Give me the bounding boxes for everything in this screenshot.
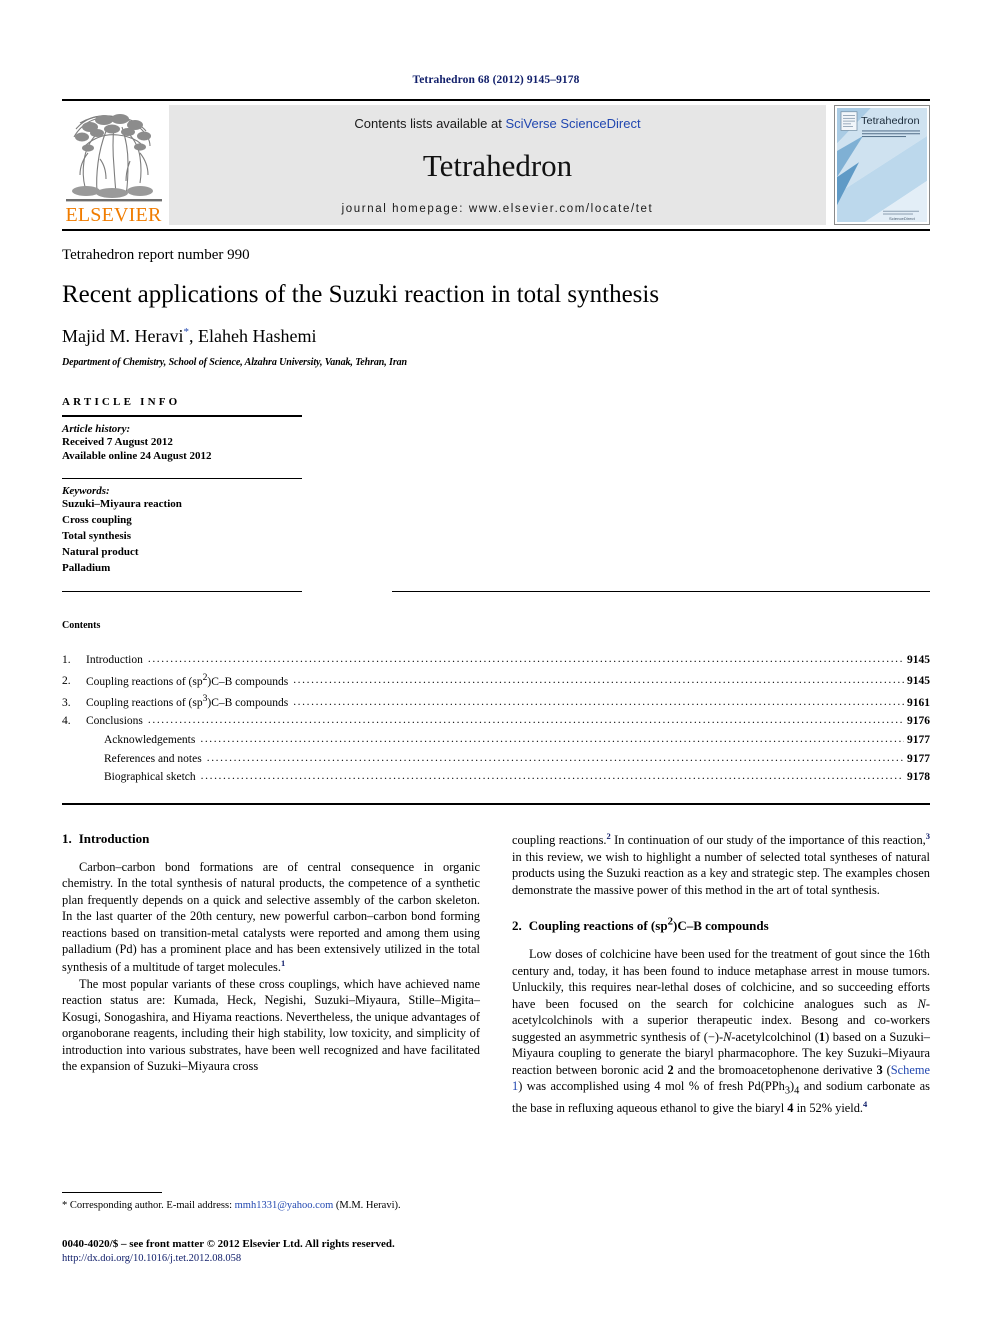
contents-divider: [62, 802, 930, 805]
toc-label: Acknowledgements: [104, 734, 196, 747]
author-secondary: , Elaheh Hashemi: [188, 325, 317, 346]
keyword-item: Cross coupling: [62, 514, 132, 527]
paragraph: coupling reactions.2 In continuation of …: [512, 830, 930, 897]
contents-lists-prefix: Contents lists available at: [354, 116, 506, 131]
section-title: Introduction: [78, 830, 150, 846]
section-title: Coupling reactions of (sp2)C–B compounds: [528, 916, 769, 934]
keyword-item: Natural product: [62, 546, 139, 558]
journal-article-page: Tetrahedron 68 (2012) 9145–9178 ELSEVIER…: [0, 0, 992, 1323]
article-info-column: ARTICLE INFO Article history: Received 7…: [62, 396, 302, 592]
info-divider-middle: [62, 478, 302, 480]
copyright-block: 0040-4020/$ – see front matter © 2012 El…: [62, 1237, 582, 1266]
contents-heading: Contents: [62, 619, 101, 631]
toc-page-number: 9145: [907, 675, 930, 688]
svg-text:Tetrahedron: Tetrahedron: [861, 115, 920, 127]
reference-marker[interactable]: 4: [863, 1099, 867, 1109]
toc-label: Coupling reactions of (sp2)C–B compounds: [86, 671, 289, 688]
contents-section: Contents 1. Introduction ...............…: [62, 620, 930, 805]
email-link[interactable]: mmh1331@yahoo.com: [235, 1200, 334, 1211]
journal-cover-thumbnail: Tetrahedron ScienceDirect: [834, 105, 930, 225]
toc-label: Biographical sketch: [104, 771, 196, 784]
svg-text:ScienceDirect: ScienceDirect: [889, 216, 916, 221]
keywords-label: Keywords:: [62, 485, 110, 498]
toc-entry[interactable]: References and notes ...................…: [62, 750, 930, 769]
info-divider-top: [62, 414, 302, 417]
page-title: Recent applications of the Suzuki reacti…: [62, 280, 660, 308]
keyword-item: Palladium: [62, 561, 111, 574]
toc-label: References and notes: [104, 752, 202, 765]
toc-page-number: 9176: [907, 715, 930, 728]
keywords-block: Keywords: Suzuki–Miyaura reaction Cross …: [62, 485, 302, 583]
elsevier-wordmark: ELSEVIER: [65, 204, 162, 226]
author-primary: Majid M. Heravi: [62, 325, 184, 346]
sciencedirect-banner: Contents lists available at SciVerse Sci…: [169, 105, 826, 225]
article-available-date: Available online 24 August 2012: [62, 450, 212, 463]
corresponding-author-note: * Corresponding author. E-mail address: …: [62, 1200, 401, 1211]
toc-number: 4.: [62, 715, 71, 728]
body-column-left: 1. Introduction Carbon–carbon bond format…: [62, 831, 480, 1116]
article-received-date: Received 7 August 2012: [62, 435, 173, 448]
section-heading-introduction: 1. Introduction: [62, 831, 480, 847]
keyword-item: Suzuki–Miyaura reaction: [62, 498, 182, 511]
toc-dot-leader: ........................................…: [200, 770, 904, 783]
toc-label: Introduction: [86, 653, 143, 666]
toc-entry[interactable]: 1. Introduction ........................…: [62, 651, 930, 670]
toc-dot-leader: ........................................…: [147, 714, 904, 727]
toc-label: Coupling reactions of (sp3)C–B compounds: [86, 692, 289, 709]
toc-page-number: 9177: [907, 752, 930, 765]
body-column-right: coupling reactions.2 In continuation of …: [512, 831, 930, 1116]
sciencedirect-link[interactable]: SciVerse ScienceDirect: [505, 116, 640, 131]
toc-entry[interactable]: 2. Coupling reactions of (sp2)C–B compou…: [62, 670, 930, 691]
journal-homepage[interactable]: journal homepage: www.elsevier.com/locat…: [342, 203, 654, 215]
toc-number: 2.: [62, 675, 71, 688]
contents-lists-line: Contents lists available at SciVerse Sci…: [354, 116, 640, 131]
paragraph: Low doses of colchicine have been used f…: [512, 947, 931, 1115]
reference-marker[interactable]: 3: [926, 831, 930, 841]
journal-title: Tetrahedron: [422, 147, 573, 183]
abstract-divider: [392, 590, 930, 592]
article-info-heading: ARTICLE INFO: [62, 395, 181, 408]
article-info-area: ARTICLE INFO Article history: Received 7…: [62, 396, 930, 592]
paragraph: Carbon–carbon bond formations are of cen…: [62, 859, 480, 975]
toc-dot-leader: ........................................…: [293, 674, 904, 687]
footnote-area: * Corresponding author. E-mail address: …: [62, 1192, 480, 1213]
doi-link[interactable]: http://dx.doi.org/10.1016/j.tet.2012.08.…: [62, 1252, 582, 1266]
journal-masthead: ELSEVIER Contents lists available at Sci…: [62, 99, 930, 231]
toc-number: 1.: [62, 653, 71, 666]
affiliation: Department of Chemistry, School of Scien…: [62, 356, 407, 368]
paragraph: The most popular variants of these cross…: [62, 976, 480, 1074]
toc-dot-leader: ........................................…: [147, 652, 904, 665]
section-number: 2.: [512, 918, 522, 934]
toc-entry[interactable]: 3. Coupling reactions of (sp3)C–B compou…: [62, 691, 930, 712]
elsevier-tree-icon: [65, 107, 162, 205]
toc-dot-leader: ........................................…: [206, 751, 904, 764]
toc-dot-leader: ........................................…: [200, 733, 904, 746]
keyword-item: Total synthesis: [62, 530, 131, 543]
toc-page-number: 9161: [907, 696, 930, 709]
article-history-label: Article history:: [62, 422, 131, 435]
reference-marker[interactable]: 1: [281, 958, 285, 968]
toc-label: Conclusions: [86, 715, 143, 728]
elsevier-logo: ELSEVIER: [62, 101, 165, 229]
toc-entry[interactable]: 4. Conclusions .........................…: [62, 712, 930, 731]
footnote-divider: [62, 1192, 162, 1193]
copyright-line: 0040-4020/$ – see front matter © 2012 El…: [62, 1238, 395, 1250]
toc-number: 3.: [62, 696, 71, 709]
toc-page-number: 9145: [907, 653, 930, 666]
author-list: Majid M. Heravi*, Elaheh Hashemi: [62, 326, 930, 347]
toc-page-number: 9177: [907, 734, 930, 747]
title-block: Tetrahedron report number 990 Recent app…: [62, 247, 930, 368]
toc-entry[interactable]: Biographical sketch ....................…: [62, 768, 930, 787]
section-heading-coupling-sp2: 2. Coupling reactions of (sp2)C–B compoun…: [512, 916, 930, 934]
toc-entry[interactable]: Acknowledgements .......................…: [62, 731, 930, 750]
toc-dot-leader: ........................................…: [293, 695, 904, 708]
running-head: Tetrahedron 68 (2012) 9145–9178: [412, 74, 580, 86]
report-number: Tetrahedron report number 990: [62, 247, 250, 263]
toc-page-number: 9178: [907, 771, 930, 784]
body-columns: 1. Introduction Carbon–carbon bond format…: [62, 831, 930, 1116]
info-divider-bottom: [62, 590, 302, 592]
section-number: 1.: [62, 830, 72, 846]
